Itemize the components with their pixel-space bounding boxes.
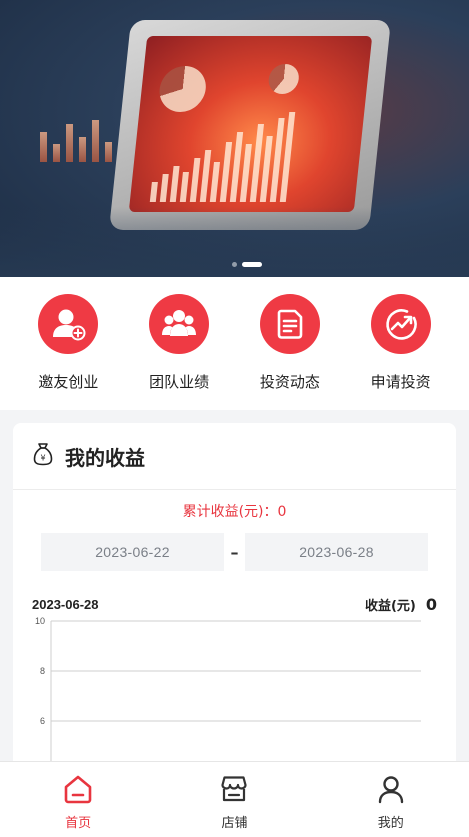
nav-team[interactable]: 团队业绩	[132, 277, 227, 410]
earnings-card: ¥ 我的收益 累计收益(元)：0 2023-06-22 – 2023-06-28…	[13, 423, 456, 783]
nav-news-label: 投资动态	[259, 373, 320, 391]
y-tick-label: 8	[40, 666, 45, 676]
date-separator: –	[230, 542, 239, 562]
tab-home-label: 首页	[65, 816, 92, 831]
earnings-title: 我的收益	[65, 445, 145, 470]
add-user-icon	[38, 294, 99, 354]
banner-carousel[interactable]	[0, 0, 469, 277]
document-icon	[259, 294, 320, 354]
home-icon	[63, 774, 93, 808]
carousel-dot-active[interactable]	[242, 262, 262, 267]
start-date-picker[interactable]: 2023-06-22	[41, 533, 224, 571]
earnings-chart: 10 8 6	[13, 611, 456, 783]
nav-news[interactable]: 投资动态	[242, 277, 337, 410]
profile-icon	[376, 774, 406, 808]
earnings-header: ¥ 我的收益	[13, 423, 456, 490]
quick-nav: 邀友创业 团队业绩 投资动态 申请投资	[0, 277, 469, 410]
nav-apply[interactable]: 申请投资	[353, 277, 448, 410]
banner-tablet-screen	[128, 36, 373, 212]
y-tick-label: 10	[35, 616, 45, 626]
nav-apply-label: 申请投资	[370, 373, 431, 391]
nav-team-label: 团队业绩	[149, 373, 210, 391]
tab-mine[interactable]: 我的	[313, 762, 469, 837]
carousel-indicator	[232, 262, 262, 267]
current-date: 2023-06-28	[32, 597, 99, 612]
banner-decoration	[40, 120, 112, 162]
money-bag-icon: ¥	[33, 442, 53, 470]
bottom-tab-bar: 首页 店铺 我的	[0, 761, 469, 837]
carousel-dot[interactable]	[232, 262, 237, 267]
team-icon	[149, 294, 210, 354]
date-range: 2023-06-22 – 2023-06-28	[13, 533, 456, 571]
tab-store[interactable]: 店铺	[156, 762, 312, 837]
svg-text:¥: ¥	[40, 454, 45, 463]
store-icon	[219, 774, 249, 808]
end-date-picker[interactable]: 2023-06-28	[245, 533, 428, 571]
y-tick-label: 6	[40, 716, 45, 726]
tab-store-label: 店铺	[221, 816, 248, 831]
earnings-chart-svg: 10 8 6	[35, 616, 421, 783]
tab-mine-label: 我的	[377, 816, 404, 831]
total-earnings: 累计收益(元)：0	[182, 504, 287, 520]
nav-invite[interactable]: 邀友创业	[21, 277, 116, 410]
nav-invite-label: 邀友创业	[38, 373, 99, 391]
trend-up-icon	[370, 294, 431, 354]
tab-home[interactable]: 首页	[0, 762, 156, 837]
